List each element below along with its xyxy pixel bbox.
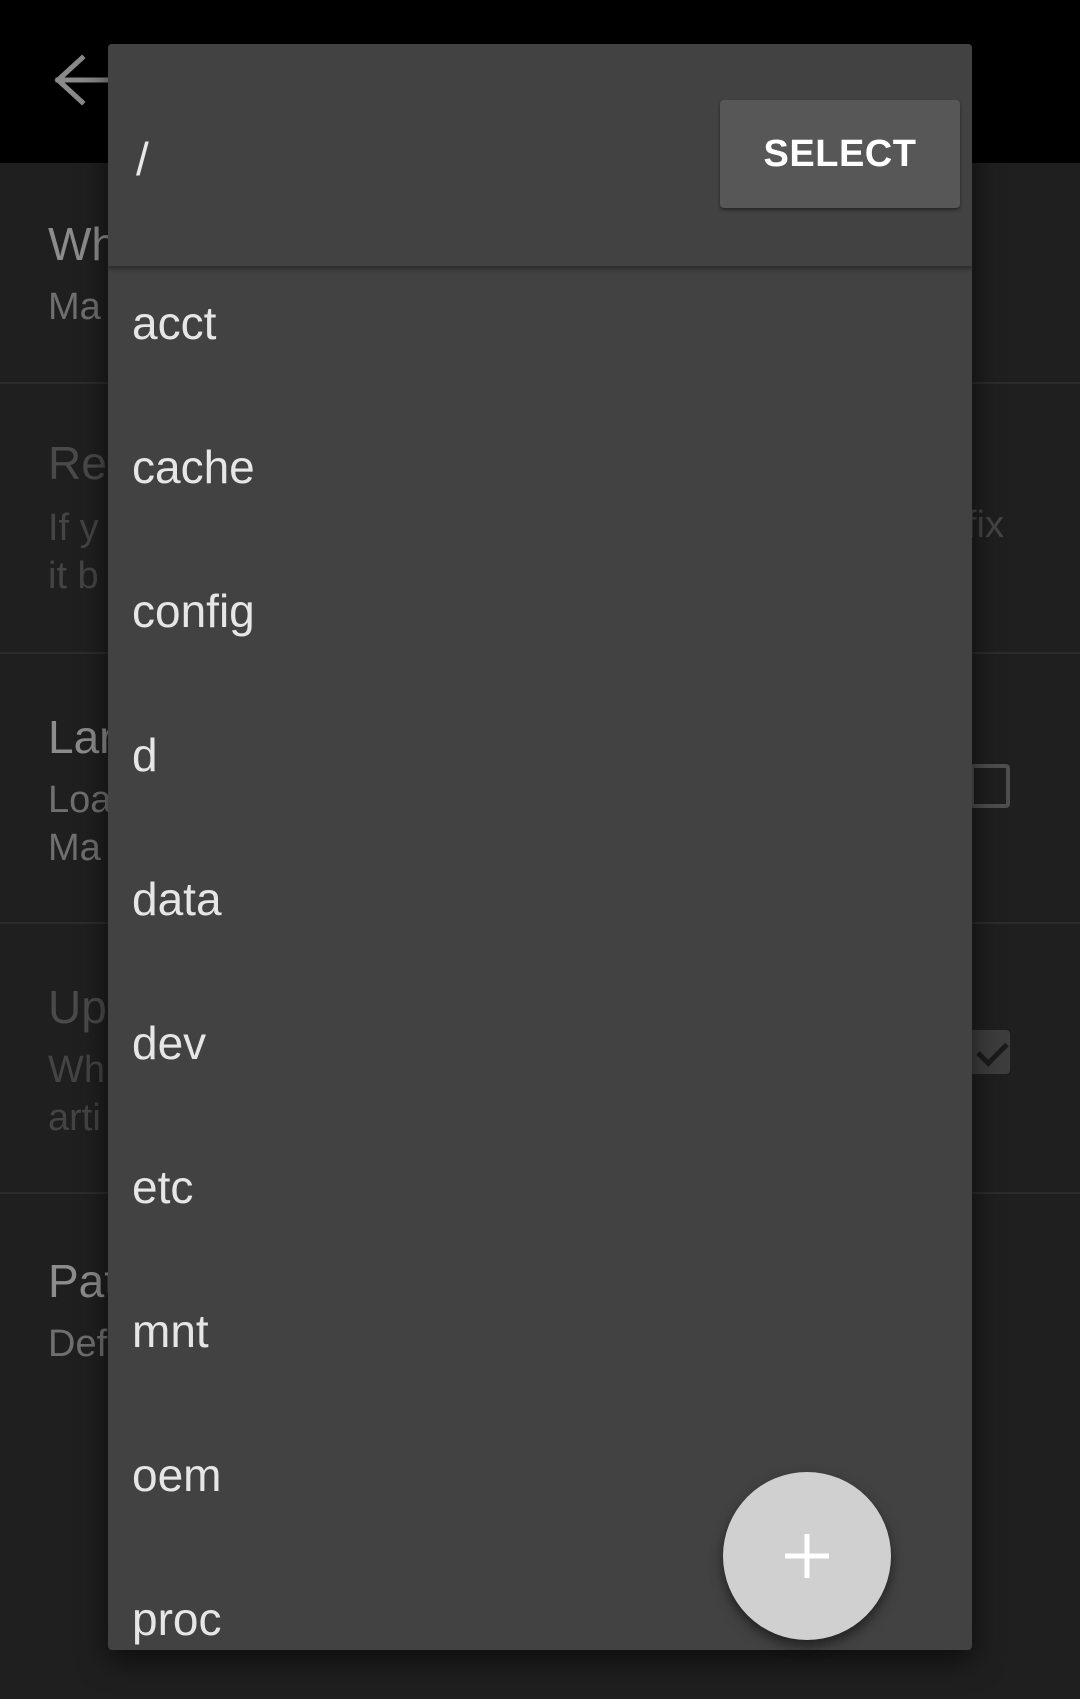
pref-summary: If y xyxy=(48,507,99,549)
select-button[interactable]: SELECT xyxy=(720,100,960,208)
directory-name: dev xyxy=(132,1017,207,1069)
screen: Wh Ma Re If y it b fix Lar Loa Ma Up Wh … xyxy=(0,0,1080,1699)
pref-summary: Wh xyxy=(48,1049,105,1091)
pref-checkbox[interactable] xyxy=(970,764,1010,808)
directory-name: config xyxy=(132,585,255,637)
current-path: / xyxy=(136,133,149,185)
folder-chooser-dialog: / SELECT acct cache config d data dev et… xyxy=(108,44,972,1650)
pref-title: Re xyxy=(48,437,107,489)
arrow-left-icon xyxy=(54,54,116,106)
directory-item[interactable]: acct xyxy=(108,266,972,410)
plus-icon xyxy=(785,1534,829,1578)
pref-summary: arti xyxy=(48,1097,101,1139)
pref-summary: Ma xyxy=(48,827,101,869)
pref-summary: Ma xyxy=(48,286,101,328)
directory-item[interactable]: d xyxy=(108,698,972,842)
directory-name: d xyxy=(132,729,158,781)
directory-name: data xyxy=(132,873,222,925)
new-folder-fab[interactable] xyxy=(723,1472,891,1640)
directory-item[interactable]: etc xyxy=(108,1130,972,1274)
directory-name: acct xyxy=(132,297,217,349)
pref-summary: Def xyxy=(48,1323,108,1365)
directory-item[interactable]: data xyxy=(108,842,972,986)
directory-name: oem xyxy=(132,1449,222,1501)
pref-summary: Loa xyxy=(48,779,112,821)
pref-title: Pat xyxy=(48,1255,118,1307)
pref-title: Lar xyxy=(48,711,115,763)
directory-item[interactable]: cache xyxy=(108,410,972,554)
pref-summary: it b xyxy=(48,555,99,597)
directory-item[interactable]: dev xyxy=(108,986,972,1130)
directory-name: etc xyxy=(132,1161,194,1213)
pref-title: Up xyxy=(48,981,107,1033)
pref-checkbox-checked xyxy=(970,1030,1010,1074)
directory-list[interactable]: acct cache config d data dev etc mnt oem… xyxy=(108,266,972,1650)
directory-item[interactable]: mnt xyxy=(108,1274,972,1418)
pref-title: Wh xyxy=(48,218,117,270)
directory-name: proc xyxy=(132,1593,222,1645)
directory-name: mnt xyxy=(132,1305,209,1357)
directory-item[interactable]: config xyxy=(108,554,972,698)
directory-name: cache xyxy=(132,441,255,493)
dialog-header: / SELECT xyxy=(108,44,972,266)
